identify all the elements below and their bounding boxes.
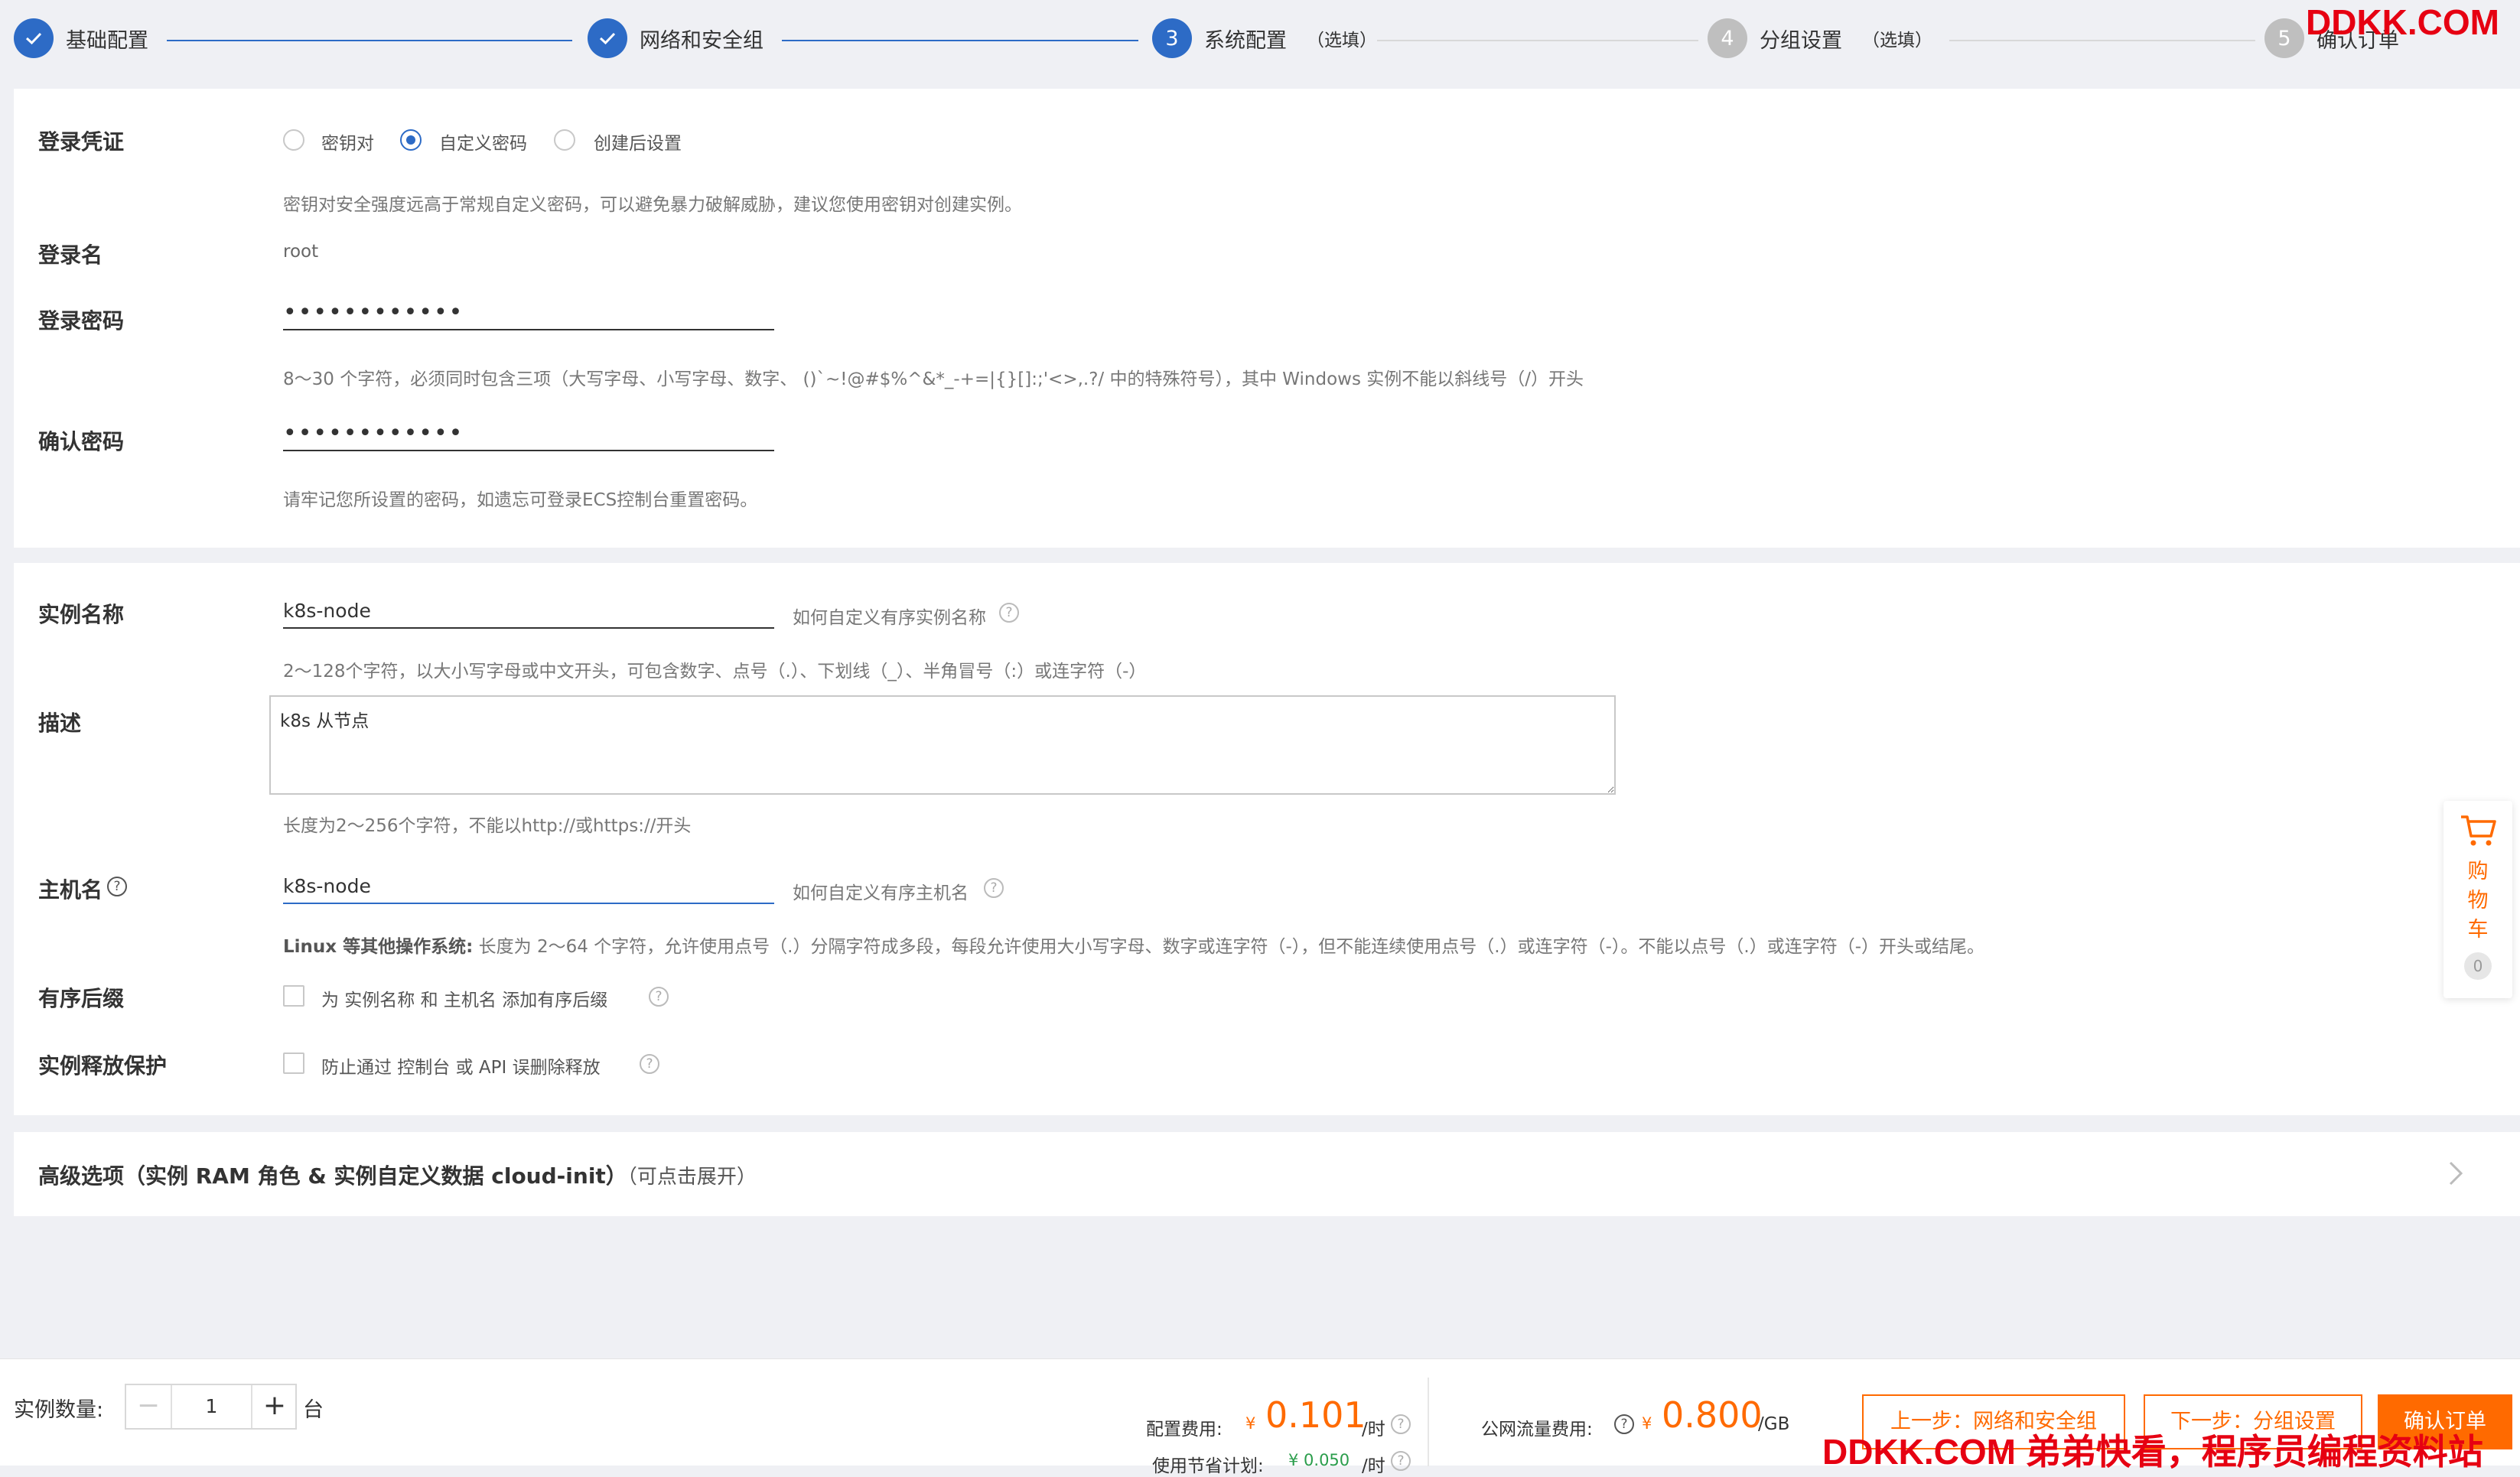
step-optional-tag: （选填） <box>1862 31 1932 50</box>
question-icon[interactable]: ? <box>649 987 669 1007</box>
radio-label[interactable]: 创建后设置 <box>594 129 682 155</box>
password-hint: 8～30 个字符，必须同时包含三项（大写字母、小写字母、数字、 ()`~!@#$… <box>283 369 1584 389</box>
instance-name-label: 实例名称 <box>38 602 125 627</box>
instance-name-help-link[interactable]: 如何自定义有序实例名称 <box>793 603 986 629</box>
radio-key-pair[interactable] <box>283 129 304 151</box>
description-textarea[interactable] <box>269 695 1616 795</box>
release-protection-text[interactable]: 防止通过 控制台 或 API 误删除释放 <box>321 1052 601 1078</box>
release-protection-label: 实例释放保护 <box>38 1053 168 1078</box>
minus-button[interactable]: − <box>126 1385 172 1428</box>
traffic-fee-unit: /GB <box>1758 1414 1790 1434</box>
advanced-options-title: 高级选项（实例 RAM 角色 & 实例自定义数据 cloud-init）（可点击… <box>38 1160 757 1190</box>
description-label: 描述 <box>38 711 82 736</box>
question-icon[interactable]: ? <box>640 1054 659 1074</box>
step-connector <box>782 40 1138 41</box>
radio-set-after-create[interactable] <box>554 129 575 151</box>
hostname-hint-os: Linux 等其他操作系统: <box>283 937 474 957</box>
radio-custom-password[interactable] <box>400 129 422 151</box>
config-fee-label: 配置费用: <box>1146 1420 1223 1440</box>
question-icon[interactable]: ? <box>107 877 127 896</box>
config-fee-unit: /时 <box>1362 1420 1385 1440</box>
config-fee-currency: ¥ <box>1245 1414 1256 1433</box>
quantity-unit: 台 <box>303 1398 324 1422</box>
traffic-fee-currency: ¥ <box>1642 1414 1652 1433</box>
login-credential-panel: 登录凭证 密钥对 自定义密码 创建后设置 密钥对安全强度远高于常规自定义密码，可… <box>14 89 2520 548</box>
check-icon <box>14 18 54 58</box>
shopping-cart-float[interactable]: 购物车 0 <box>2443 801 2512 998</box>
cart-count-badge: 0 <box>2464 952 2492 980</box>
question-icon[interactable]: ? <box>999 603 1019 623</box>
hostname-hint: Linux 等其他操作系统: 长度为 2～64 个字符，允许使用点号（.）分隔字… <box>283 932 1984 958</box>
watermark-top: DDKK.COM <box>2306 2 2499 42</box>
traffic-fee-value: 0.800 <box>1662 1394 1763 1436</box>
saving-plan-value: ¥ 0.050 <box>1288 1451 1350 1469</box>
credential-hint: 密钥对安全强度远高于常规自定义密码，可以避免暴力破解威胁，建议您使用密钥对创建实… <box>283 195 1022 215</box>
step-connector <box>167 40 572 41</box>
password-label: 登录密码 <box>38 308 125 333</box>
quantity-value[interactable]: 1 <box>172 1385 251 1428</box>
plus-button[interactable]: + <box>251 1385 297 1428</box>
chevron-right-icon[interactable] <box>2447 1158 2465 1192</box>
hostname-input[interactable] <box>283 869 774 904</box>
divider <box>1428 1378 1429 1466</box>
password-input[interactable] <box>283 295 774 330</box>
step-number: 4 <box>1708 18 1747 58</box>
instance-count-label: 实例数量: <box>14 1398 104 1422</box>
step-network-security[interactable]: 网络和安全组 <box>588 18 763 58</box>
step-label: 系统配置 <box>1204 28 1287 53</box>
step-label: 基础配置 <box>66 28 148 53</box>
question-icon[interactable]: ? <box>1391 1414 1411 1434</box>
expand-hint: （可点击展开） <box>627 1166 757 1189</box>
saving-plan-unit: /时 <box>1362 1456 1385 1476</box>
confirm-password-hint: 请牢记您所设置的密码，如遗忘可登录ECS控制台重置密码。 <box>283 490 758 510</box>
credential-label: 登录凭证 <box>38 129 125 155</box>
username-value: root <box>283 242 319 262</box>
cart-icon <box>2459 813 2497 851</box>
advanced-options-panel[interactable]: 高级选项（实例 RAM 角色 & 实例自定义数据 cloud-init）（可点击… <box>14 1132 2520 1216</box>
step-label: 网络和安全组 <box>640 28 763 53</box>
ordered-suffix-checkbox[interactable] <box>283 985 304 1007</box>
watermark-bottom: DDKK.COM 弟弟快看，程序员编程资料站 <box>1822 1432 2483 1472</box>
username-label: 登录名 <box>38 242 103 268</box>
instance-name-input[interactable] <box>283 594 774 629</box>
step-connector <box>1949 40 2255 41</box>
step-system-config[interactable]: 3 系统配置 （选填） <box>1152 18 1377 58</box>
hostname-hint-text: 长度为 2～64 个字符，允许使用点号（.）分隔字符成多段，每段允许使用大小写字… <box>478 937 1984 957</box>
config-fee-value: 0.101 <box>1265 1394 1366 1436</box>
confirm-password-input[interactable] <box>283 416 774 451</box>
confirm-password-label: 确认密码 <box>38 429 125 454</box>
ordered-suffix-label: 有序后缀 <box>38 986 125 1011</box>
cart-label: 购物车 <box>2467 860 2489 942</box>
release-protection-checkbox[interactable] <box>283 1052 304 1074</box>
radio-label[interactable]: 自定义密码 <box>439 129 527 155</box>
instance-name-hint: 2～128个字符，以大小写字母或中文开头，可包含数字、点号（.）、下划线（_）、… <box>283 662 1147 682</box>
step-group-settings[interactable]: 4 分组设置 （选填） <box>1708 18 1932 58</box>
quantity-stepper[interactable]: − 1 + <box>125 1384 297 1430</box>
ordered-suffix-text[interactable]: 为 实例名称 和 主机名 添加有序后缀 <box>321 985 607 1011</box>
step-progress-bar: 基础配置 网络和安全组 3 系统配置 （选填） 4 分组设置 （选填） 5 确认… <box>0 0 2520 83</box>
step-number: 5 <box>2264 18 2304 58</box>
hostname-label: 主机名 <box>38 877 103 903</box>
advanced-title-text: 高级选项（实例 RAM 角色 & 实例自定义数据 cloud-init） <box>38 1163 627 1189</box>
hostname-help-link[interactable]: 如何自定义有序主机名 <box>793 878 969 904</box>
question-icon[interactable]: ? <box>1614 1414 1634 1434</box>
instance-info-panel: 实例名称 如何自定义有序实例名称 ? 2～128个字符，以大小写字母或中文开头，… <box>14 563 2520 1115</box>
step-optional-tag: （选填） <box>1307 31 1377 50</box>
step-number: 3 <box>1152 18 1192 58</box>
traffic-fee-label: 公网流量费用: <box>1481 1420 1593 1440</box>
question-icon[interactable]: ? <box>984 878 1004 898</box>
radio-label[interactable]: 密钥对 <box>321 129 374 155</box>
step-label: 分组设置 <box>1760 28 1842 53</box>
description-hint: 长度为2～256个字符，不能以http://或https://开头 <box>283 816 692 836</box>
question-icon[interactable]: ? <box>1391 1451 1411 1471</box>
check-icon <box>588 18 627 58</box>
step-connector <box>1377 40 1698 41</box>
saving-plan-label: 使用节省计划: <box>1152 1456 1264 1476</box>
step-basic-config[interactable]: 基础配置 <box>14 18 148 58</box>
